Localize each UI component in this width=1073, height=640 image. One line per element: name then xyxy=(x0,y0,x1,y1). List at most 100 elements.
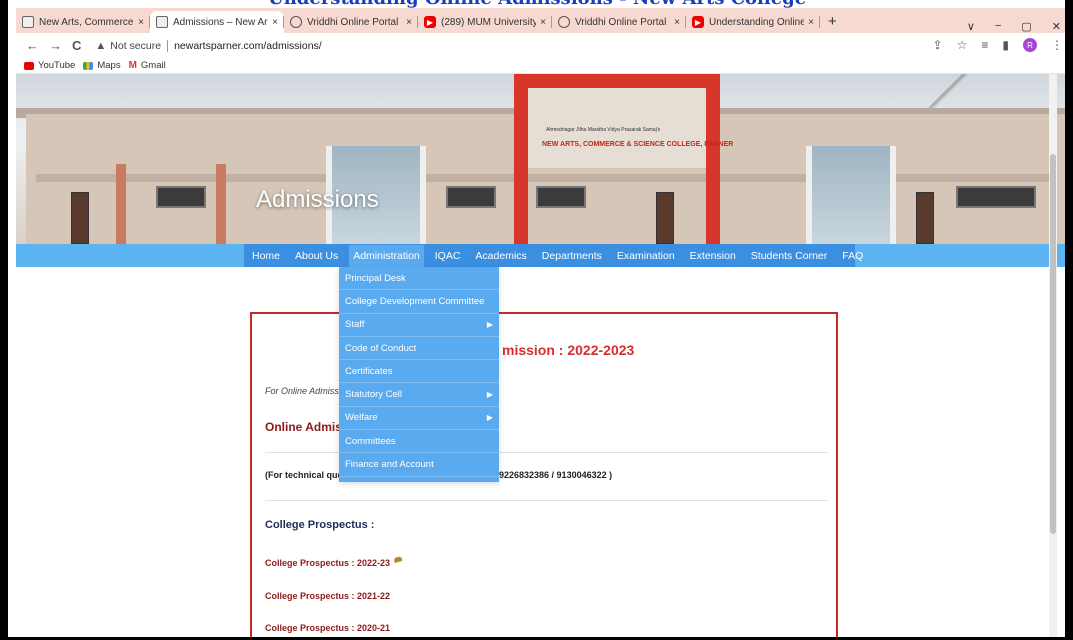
nav-item-departments[interactable]: Departments xyxy=(542,250,602,262)
hero-door xyxy=(916,192,934,244)
page-scrollbar[interactable] xyxy=(1049,74,1057,637)
screen-frame: Understanding Online Admissions - New Ar… xyxy=(0,0,1073,640)
warning-icon[interactable]: ▲ xyxy=(95,40,106,52)
bookmark-star-icon[interactable]: ☆ xyxy=(957,38,968,52)
menu-item-finance-and-account[interactable]: Finance and Account xyxy=(339,453,499,477)
nav-item-home[interactable]: Home xyxy=(252,250,280,262)
address-divider xyxy=(167,39,169,52)
nav-item-iqac[interactable]: IQAC xyxy=(435,250,461,262)
tab-close-icon[interactable]: × xyxy=(406,17,412,28)
submenu-arrow-icon: ▶ xyxy=(486,390,493,400)
menu-item-college-development-committee[interactable]: College Development Committee xyxy=(339,290,499,314)
youtube-icon xyxy=(24,61,34,70)
browser-tab-bar: New Arts, Commerce & Science×Admissions … xyxy=(16,8,1065,33)
hero-window xyxy=(956,186,1036,208)
youtube-icon: ▶ xyxy=(692,16,704,28)
browser-tab[interactable]: ▶ Understanding Online Admis× xyxy=(686,11,820,33)
window-controls: ∨ − ▢ ✕ xyxy=(967,20,1061,33)
college-sign-name: NEW ARTS, COMMERCE & SCIENCE COLLEGE, PA… xyxy=(542,141,734,148)
tab-title: New Arts, Commerce & Science xyxy=(39,16,134,28)
menu-item-label: Statutory Cell xyxy=(345,389,403,401)
menu-item-staff[interactable]: Staff ▶ xyxy=(339,314,499,337)
prospectus-link-label: College Prospectus : 2021-22 xyxy=(265,591,391,601)
prospectus-link[interactable]: College Prospectus : 2022-23 xyxy=(265,556,403,568)
menu-item-label: Certificates xyxy=(345,365,393,377)
tab-close-icon[interactable]: × xyxy=(540,17,546,28)
tab-close-icon[interactable]: × xyxy=(138,17,144,28)
menu-item-label: Finance and Account xyxy=(345,459,434,471)
site-favicon-icon xyxy=(22,16,34,28)
tab-separator xyxy=(819,16,820,28)
menu-item-code-of-conduct[interactable]: Code of Conduct xyxy=(339,337,499,361)
nav-item-examination[interactable]: Examination xyxy=(617,250,675,262)
globe-icon xyxy=(558,16,570,28)
maximize-icon[interactable]: ▢ xyxy=(1021,20,1031,33)
bookmark-label: Gmail xyxy=(140,60,166,71)
tab-close-icon[interactable]: × xyxy=(272,17,278,28)
main-nav-band: Home About Us Administration IQAC Academics D… xyxy=(244,244,863,267)
bookmark-maps[interactable]: Maps xyxy=(83,60,121,71)
menu-item-label: College Development Committee xyxy=(345,295,485,307)
tab-close-icon[interactable]: × xyxy=(674,17,680,28)
reading-list-icon[interactable]: ≡ xyxy=(981,38,988,52)
menu-item-label: Staff xyxy=(345,319,365,331)
divider xyxy=(265,500,827,501)
security-status[interactable]: Not secure xyxy=(110,40,161,52)
browser-tab[interactable]: Vriddhi Online Portal × xyxy=(552,11,686,33)
bookmark-label: Maps xyxy=(97,60,121,71)
prospectus-link[interactable]: College Prospectus : 2021-22 xyxy=(265,591,390,601)
profile-avatar[interactable]: R xyxy=(1023,38,1037,52)
nav-item-extension[interactable]: Extension xyxy=(690,250,736,262)
youtube-icon: ▶ xyxy=(424,16,436,28)
nav-item-administration[interactable]: Administration xyxy=(349,244,424,267)
globe-icon xyxy=(290,16,302,28)
share-icon[interactable]: ⇪ xyxy=(933,38,943,52)
url-text[interactable]: newartsparner.com/admissions/ xyxy=(174,40,322,52)
nav-item-about-us[interactable]: About Us xyxy=(295,250,338,262)
browser-tab[interactable]: New Arts, Commerce & Science × xyxy=(16,11,150,33)
close-window-icon[interactable]: ✕ xyxy=(1052,20,1061,33)
menu-item-label: Principal Desk xyxy=(345,272,406,284)
hero-door xyxy=(71,192,89,244)
nav-item-students-corner[interactable]: Students Corner xyxy=(751,250,827,262)
new-badge-icon xyxy=(393,556,403,563)
menu-item-statutory-cell[interactable]: Statutory Cell ▶ xyxy=(339,383,499,407)
prospectus-heading: College Prospectus : xyxy=(265,519,375,531)
minimize-icon[interactable]: − xyxy=(995,20,1001,33)
nav-item-academics[interactable]: Academics xyxy=(475,250,526,262)
scrollbar-thumb[interactable] xyxy=(1050,154,1056,534)
address-bar[interactable]: ▲ Not secure newartsparner.com/admission… xyxy=(95,39,322,52)
prospectus-link-label: College Prospectus : 2022-23 xyxy=(265,558,391,568)
toolbar-actions: ⇪ ☆ ≡ ▮ R ⋮ xyxy=(933,38,1063,52)
prospectus-link[interactable]: College Prospectus : 2020-21 xyxy=(265,623,390,633)
browser-tab[interactable]: ▶ (289) MUM University Pre Ac× xyxy=(418,11,552,33)
tab-close-icon[interactable]: × xyxy=(808,17,814,28)
forward-button[interactable]: → xyxy=(49,38,62,53)
menu-item-welfare[interactable]: Welfare ▶ xyxy=(339,407,499,431)
submenu-arrow-icon: ▶ xyxy=(486,413,493,423)
reload-button[interactable]: C xyxy=(72,38,81,53)
bookmark-youtube[interactable]: YouTube xyxy=(24,60,75,71)
menu-kebab-icon[interactable]: ⋮ xyxy=(1051,38,1063,52)
hero-window xyxy=(156,186,206,208)
browser-tab[interactable]: Vriddhi Online Portal × xyxy=(284,11,418,33)
tab-search-icon[interactable]: ∨ xyxy=(967,20,975,33)
bookmark-gmail[interactable]: M Gmail xyxy=(129,60,166,71)
overlay-heading: Understanding Online Admissions - New Ar… xyxy=(268,0,806,8)
menu-item-principal-desk[interactable]: Principal Desk xyxy=(339,267,499,291)
back-button[interactable]: ← xyxy=(26,38,39,53)
menu-item-committees[interactable]: Committees xyxy=(339,430,499,454)
page-title: Admissions xyxy=(256,186,379,213)
main-navigation: Home About Us Administration IQAC Academics D… xyxy=(16,244,1065,267)
administration-dropdown: Principal Desk College Development Commit… xyxy=(339,267,499,482)
site-favicon-icon xyxy=(156,16,168,28)
hero-pillar xyxy=(216,164,226,244)
hero-glass-facade xyxy=(806,146,896,244)
hero-pillar xyxy=(116,164,126,244)
browser-tab[interactable]: Admissions – New Arts, Commerce × xyxy=(150,11,284,33)
prospectus-link-label: College Prospectus : 2020-21 xyxy=(265,623,391,633)
new-tab-button[interactable]: + xyxy=(828,13,837,30)
side-panel-icon[interactable]: ▮ xyxy=(1002,38,1009,52)
nav-item-faq[interactable]: FAQ xyxy=(842,250,863,262)
menu-item-certificates[interactable]: Certificates xyxy=(339,360,499,384)
